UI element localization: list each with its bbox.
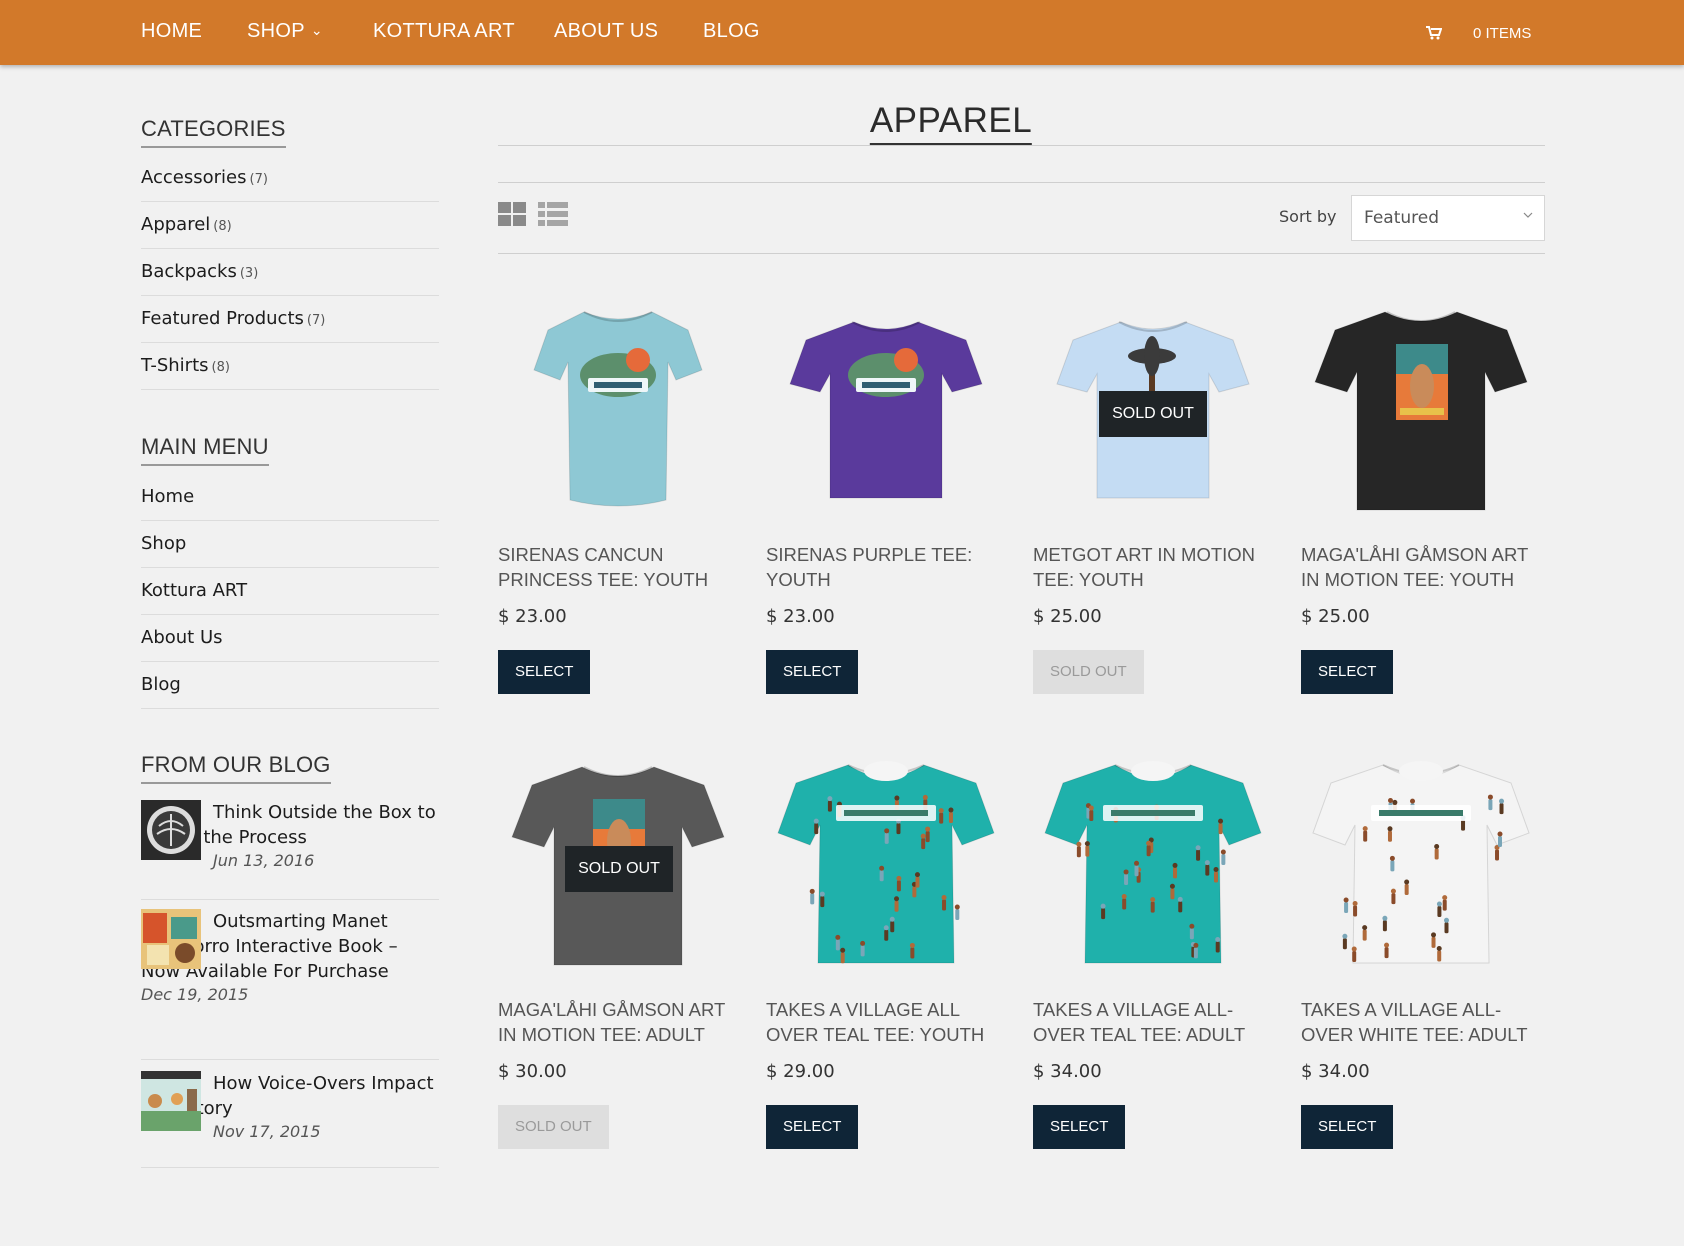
categories-heading: CATEGORIES (141, 116, 286, 148)
product-price: $ 34.00 (1301, 1061, 1370, 1082)
toolbar-top-divider (498, 182, 1545, 183)
t-shirt-illustration (1312, 761, 1530, 964)
nav-shop-label: SHOP (247, 20, 305, 42)
top-navigation-bar: HOME SHOP ⌄ KOTTURA ART ABOUT US BLOG 0 I… (0, 0, 1684, 65)
blog-post: How Voice-Overs Impact Your Story Nov 17… (141, 1060, 439, 1168)
blog-post-date: Nov 17, 2015 (213, 1122, 321, 1141)
product-price: $ 23.00 (766, 606, 835, 627)
category-label: Accessories (141, 167, 247, 188)
product-title-link[interactable]: TAKES A VILLAGE ALL-OVER TEAL TEE: ADULT (1033, 997, 1283, 1047)
blog-post-thumbnail[interactable] (141, 1071, 201, 1131)
product-title-link[interactable]: TAKES A VILLAGE ALL-OVER WHITE TEE: ADUL… (1301, 997, 1551, 1047)
product-price: $ 23.00 (498, 606, 567, 627)
product-title-link[interactable]: TAKES A VILLAGE ALL OVER TEAL TEE: YOUTH (766, 997, 1016, 1047)
menu-item-blog[interactable]: Blog (141, 662, 439, 709)
t-shirt-illustration (1044, 761, 1262, 964)
sort-select[interactable]: Featured (1351, 195, 1545, 241)
list-view-icon[interactable] (538, 202, 568, 226)
blog-post: Outsmarting Manet Chamorro Interactive B… (141, 900, 439, 1060)
category-item-t-shirts[interactable]: T-Shirts (8) (141, 343, 439, 390)
sold-out-button: SOLD OUT (1033, 650, 1144, 694)
sort-by-label: Sort by (1279, 207, 1337, 226)
chevron-down-icon: ⌄ (310, 22, 323, 38)
nav-about-us-link[interactable]: ABOUT US (554, 20, 658, 43)
category-item-apparel[interactable]: Apparel (8) (141, 202, 439, 249)
blog-heading: FROM OUR BLOG (141, 752, 331, 784)
category-label: Featured Products (141, 308, 304, 329)
product-title-link[interactable]: METGOT ART IN MOTION TEE: YOUTH (1033, 542, 1283, 592)
product-price: $ 34.00 (1033, 1061, 1102, 1082)
t-shirt-illustration (777, 761, 995, 964)
category-count: (3) (239, 266, 259, 281)
product-price: $ 29.00 (766, 1061, 835, 1082)
chevron-down-icon (1523, 212, 1533, 218)
product-image[interactable]: SOLD OUT (1033, 300, 1273, 535)
sold-out-badge: SOLD OUT (565, 846, 673, 892)
product-price: $ 30.00 (498, 1061, 567, 1082)
blog-post-thumbnail[interactable] (141, 909, 201, 969)
cart-items-count: 0 ITEMS (1473, 25, 1532, 42)
product-image[interactable] (1033, 755, 1273, 990)
sold-out-badge: SOLD OUT (1099, 391, 1207, 437)
nav-kottura-art-link[interactable]: KOTTURA ART (373, 20, 515, 43)
nav-home-link[interactable]: HOME (141, 20, 202, 43)
category-label: T-Shirts (141, 355, 209, 376)
blog-post: Think Outside the Box to Refine the Proc… (141, 800, 439, 900)
t-shirt-illustration (1314, 311, 1528, 511)
product-title-link[interactable]: MAGA'LÅHI GÅMSON ART IN MOTION TEE: YOUT… (1301, 542, 1551, 592)
grid-view-icon[interactable] (498, 202, 526, 226)
sold-out-button: SOLD OUT (498, 1105, 609, 1149)
product-image[interactable] (766, 300, 1006, 535)
toolbar-bottom-divider (498, 253, 1545, 254)
product-price: $ 25.00 (1033, 606, 1102, 627)
select-button[interactable]: SELECT (766, 650, 859, 694)
category-count: (8) (213, 219, 232, 234)
select-button[interactable]: SELECT (766, 1105, 859, 1149)
product-image[interactable]: SOLD OUT (498, 755, 738, 990)
category-item-featured-products[interactable]: Featured Products (7) (141, 296, 439, 343)
product-title-link[interactable]: SIRENAS CANCUN PRINCESS TEE: YOUTH (498, 542, 748, 592)
page-title: APPAREL (869, 101, 1033, 145)
category-count: (7) (306, 313, 326, 328)
product-title-link[interactable]: SIRENAS PURPLE TEE: YOUTH (766, 542, 1016, 592)
main-menu-heading: MAIN MENU (141, 434, 269, 466)
category-label: Apparel (141, 214, 211, 235)
product-image[interactable] (1301, 755, 1541, 990)
blog-post-thumbnail[interactable] (141, 800, 201, 860)
t-shirt-illustration (533, 311, 703, 507)
product-price: $ 25.00 (1301, 606, 1370, 627)
t-shirt-illustration (789, 321, 983, 499)
product-image[interactable] (766, 755, 1006, 990)
category-label: Backpacks (141, 261, 237, 282)
blog-post-date: Dec 19, 2015 (141, 985, 249, 1004)
sort-selected-value: Featured (1364, 208, 1440, 228)
title-divider (498, 145, 1545, 146)
select-button[interactable]: SELECT (1301, 1105, 1394, 1149)
main-menu-list: Home Shop Kottura ART About Us Blog (141, 474, 439, 709)
nav-shop-link[interactable]: SHOP ⌄ (247, 20, 323, 43)
category-count: (7) (249, 172, 268, 187)
nav-blog-link[interactable]: BLOG (703, 20, 760, 43)
blog-post-list: Think Outside the Box to Refine the Proc… (141, 800, 439, 1168)
product-image[interactable] (498, 300, 738, 535)
menu-item-kottura-art[interactable]: Kottura ART (141, 568, 439, 615)
select-button[interactable]: SELECT (1301, 650, 1394, 694)
cart-icon (1426, 26, 1442, 40)
blog-post-date: Jun 13, 2016 (213, 851, 315, 870)
product-image[interactable] (1301, 300, 1541, 535)
menu-item-about-us[interactable]: About Us (141, 615, 439, 662)
categories-list: Accessories (7) Apparel (8) Backpacks (3) F… (141, 155, 439, 390)
menu-item-home[interactable]: Home (141, 474, 439, 521)
category-item-backpacks[interactable]: Backpacks (3) (141, 249, 439, 296)
menu-item-shop[interactable]: Shop (141, 521, 439, 568)
select-button[interactable]: SELECT (498, 650, 591, 694)
category-count: (8) (211, 360, 230, 375)
category-item-accessories[interactable]: Accessories (7) (141, 155, 439, 202)
select-button[interactable]: SELECT (1033, 1105, 1126, 1149)
product-title-link[interactable]: MAGA'LÅHI GÅMSON ART IN MOTION TEE: ADUL… (498, 997, 748, 1047)
